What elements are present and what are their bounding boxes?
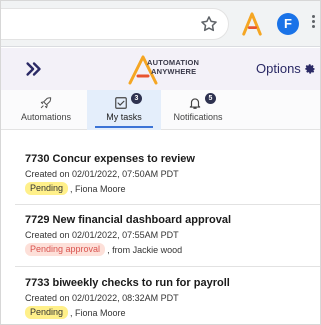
tab-my-tasks[interactable]: 3 My tasks [87, 90, 161, 130]
tab-automations[interactable]: Automations [15, 90, 77, 130]
active-tab-indicator [95, 126, 153, 128]
address-bar[interactable] [1, 8, 229, 40]
my-tasks-count-badge: 3 [131, 93, 142, 104]
tab-my-tasks-label: My tasks [106, 112, 142, 122]
tab-automations-label: Automations [20, 112, 72, 122]
tab-notifications[interactable]: 5 Notifications [161, 90, 235, 130]
task-created-date: Created on 02/01/2022, 07:55AM PDT [25, 230, 179, 240]
bell-icon [189, 98, 201, 109]
task-assignee: , Fiona Moore [70, 307, 126, 318]
gear-icon [305, 63, 315, 74]
task-item[interactable]: 7730 Concur expenses to review Created o… [1, 151, 320, 205]
task-assignee: , Fiona Moore [70, 183, 126, 194]
task-status-line: Pending , Fiona Moore [25, 182, 126, 195]
task-item[interactable]: 7729 New financial dashboard approval Cr… [1, 212, 320, 266]
logo-wordmark: AUTOMATION ANYWHERE [147, 58, 199, 76]
rocket-icon [40, 97, 52, 109]
task-title[interactable]: 7729 New financial dashboard approval [25, 214, 231, 226]
logo-line-2: ANYWHERE [151, 67, 197, 76]
divider [15, 266, 320, 267]
automation-anywhere-extension-icon[interactable] [241, 11, 263, 37]
task-assignee: , from Jackie wood [107, 244, 183, 255]
notifications-count-badge: 5 [205, 93, 216, 104]
double-chevron-right-icon[interactable] [23, 58, 45, 80]
task-created-date: Created on 02/01/2022, 08:32AM PDT [25, 293, 179, 303]
profile-avatar[interactable]: F [277, 13, 299, 35]
options-button[interactable]: Options [256, 61, 316, 76]
browser-toolbar: F [1, 1, 320, 47]
logo-line-1: AUTOMATION [147, 58, 200, 67]
tab-notifications-label: Notifications [173, 112, 223, 122]
checkbox-icon [115, 97, 127, 109]
divider [15, 204, 320, 205]
task-status-line: Pending approval , from Jackie wood [25, 243, 182, 256]
task-title[interactable]: 7730 Concur expenses to review [25, 153, 195, 165]
task-item[interactable]: 7733 biweekly checks to run for payroll … [1, 275, 320, 324]
task-created-date: Created on 02/01/2022, 07:50AM PDT [25, 169, 179, 179]
star-icon[interactable] [199, 14, 219, 34]
task-title[interactable]: 7733 biweekly checks to run for payroll [25, 277, 230, 289]
task-status-line: Pending , Fiona Moore [25, 306, 126, 319]
options-label: Options [256, 61, 301, 76]
app-header: AUTOMATION ANYWHERE Options [1, 48, 320, 90]
tab-bar: Automations 3 My tasks 5 Notifications [1, 90, 320, 130]
app-window: F AUTOMATION ANYWHERE Options Automation… [0, 0, 321, 325]
kebab-menu-icon[interactable] [309, 13, 317, 35]
status-badge: Pending [25, 182, 69, 195]
status-badge: Pending [25, 306, 69, 319]
status-badge: Pending approval [25, 243, 106, 256]
